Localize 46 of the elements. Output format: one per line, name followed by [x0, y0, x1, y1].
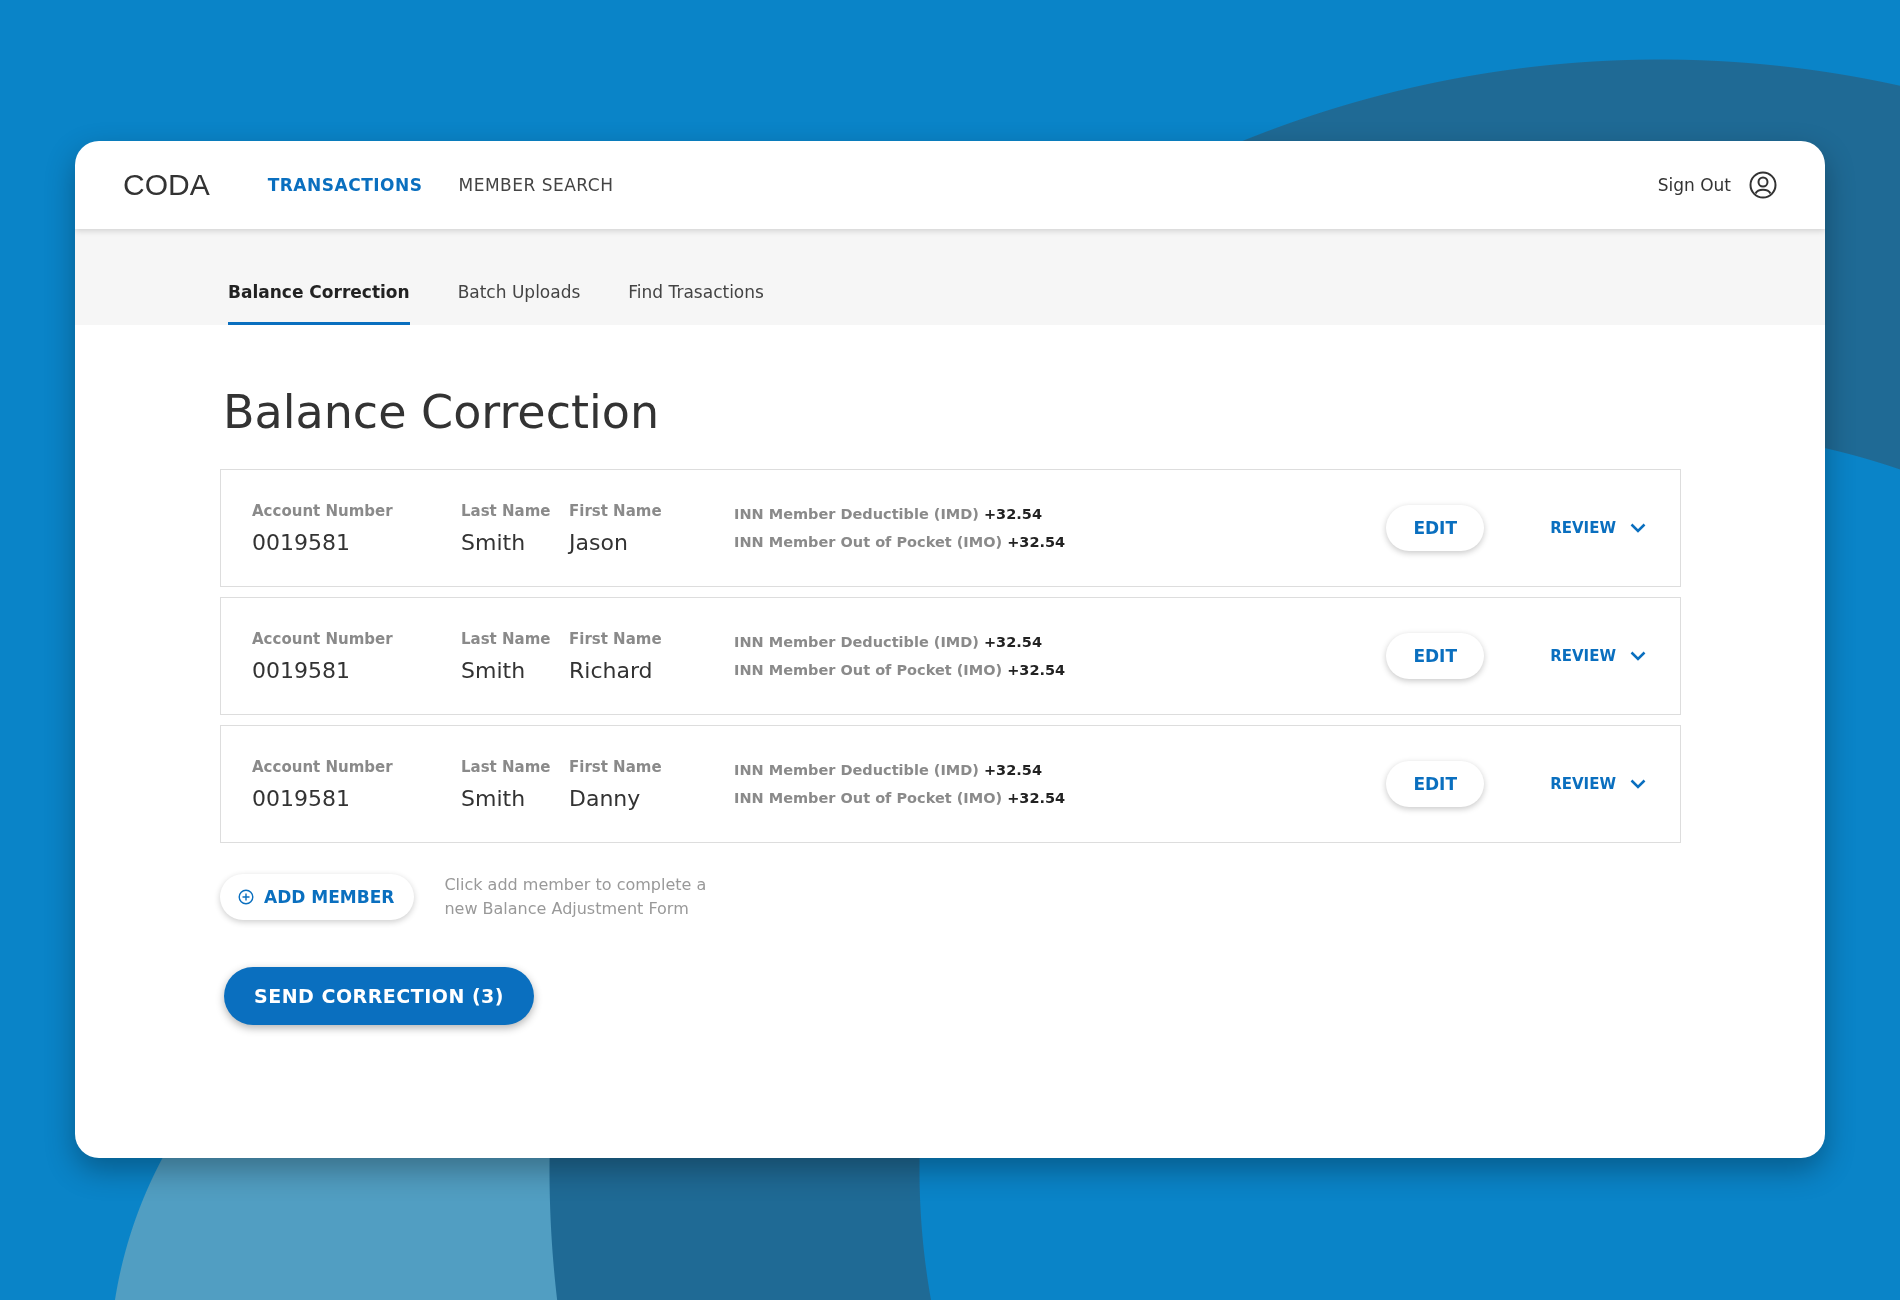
edit-button[interactable]: EDIT [1386, 633, 1485, 679]
review-link[interactable]: REVIEW [1550, 519, 1616, 537]
review-link[interactable]: REVIEW [1550, 647, 1616, 665]
field-label: Account Number [252, 501, 394, 520]
field-label: First Name [569, 629, 663, 648]
add-member-button[interactable]: ADD MEMBER [220, 874, 415, 920]
amount-line: INN Member Deductible (IMD) +32.54 [734, 762, 1043, 778]
page-title: Balance Correction [223, 385, 661, 439]
amount-line: INN Member Deductible (IMD) +32.54 [734, 634, 1043, 650]
field-label: Last Name [461, 501, 552, 520]
field-value: Smith [461, 529, 527, 555]
edit-button[interactable]: EDIT [1386, 505, 1485, 551]
field-label: Last Name [461, 629, 552, 648]
chevron-down-icon[interactable] [1630, 523, 1646, 533]
sign-out-link[interactable]: Sign Out [1657, 175, 1731, 195]
field-value: Smith [461, 785, 527, 811]
field-label: Account Number [252, 629, 394, 648]
sub-tab[interactable]: Balance Correction [228, 282, 410, 325]
nav-link[interactable]: MEMBER SEARCH [458, 175, 614, 195]
field-label: First Name [569, 757, 663, 776]
sub-tab[interactable]: Batch Uploads [457, 282, 581, 325]
edit-button[interactable]: EDIT [1386, 761, 1485, 807]
plus-circle-icon [238, 889, 254, 905]
field-value: 0019581 [252, 785, 351, 811]
amount-line: INN Member Out of Pocket (IMO) +32.54 [734, 662, 1067, 678]
field-value: Richard [569, 657, 654, 683]
field-value: Smith [461, 657, 527, 683]
review-link[interactable]: REVIEW [1550, 775, 1616, 793]
field-label: Account Number [252, 757, 394, 776]
field-value: Jason [569, 529, 629, 555]
field-label: First Name [569, 501, 663, 520]
chevron-down-icon[interactable] [1630, 779, 1646, 789]
field-value: 0019581 [252, 657, 351, 683]
field-value: 0019581 [252, 529, 351, 555]
logo: CODA [123, 168, 210, 202]
send-correction-button[interactable]: SEND CORRECTION (3) [224, 967, 534, 1025]
amount-line: INN Member Out of Pocket (IMO) +32.54 [734, 534, 1067, 550]
chevron-down-icon[interactable] [1630, 651, 1646, 661]
sub-tab[interactable]: Find Trasactions [628, 282, 764, 325]
field-label: Last Name [461, 757, 552, 776]
amount-line: INN Member Deductible (IMD) +32.54 [734, 506, 1043, 522]
amount-line: INN Member Out of Pocket (IMO) +32.54 [734, 790, 1067, 806]
field-value: Danny [569, 785, 642, 811]
user-icon[interactable] [1749, 171, 1777, 199]
nav-link[interactable]: TRANSACTIONS [267, 175, 423, 195]
hint-text: Click add member to complete a new Balance Adjustment Form [444, 874, 708, 920]
